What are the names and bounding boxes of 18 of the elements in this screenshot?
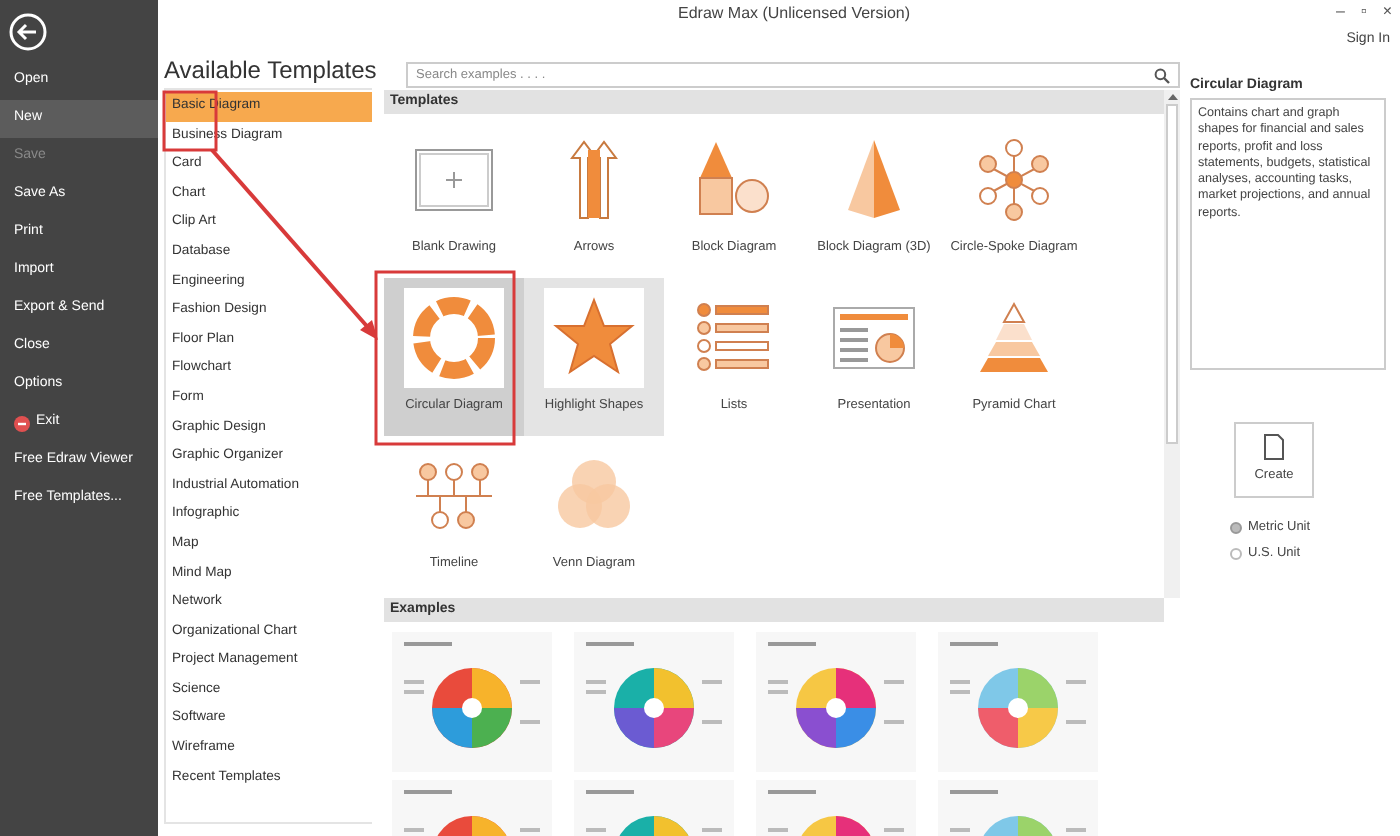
window-title: Edraw Max (Unlicensed Version) bbox=[678, 2, 911, 26]
scrollbar[interactable] bbox=[1164, 90, 1180, 598]
page-heading: Available Templates bbox=[164, 54, 377, 86]
ring-segments-icon bbox=[410, 294, 498, 382]
document-icon bbox=[1264, 434, 1284, 461]
exit-icon bbox=[14, 415, 30, 431]
close-button[interactable]: × bbox=[1382, 0, 1392, 24]
search-icon[interactable] bbox=[1154, 67, 1170, 83]
radio-button[interactable] bbox=[1230, 547, 1242, 560]
back-icon[interactable] bbox=[8, 11, 48, 51]
restore-button[interactable]: ▫ bbox=[1360, 0, 1367, 24]
minimize-button[interactable]: – bbox=[1336, 0, 1345, 24]
example-thumbnail[interactable] bbox=[574, 632, 734, 772]
example-thumbnail[interactable] bbox=[392, 632, 552, 772]
radio-button[interactable] bbox=[1230, 521, 1242, 534]
scroll-up-icon[interactable] bbox=[1167, 94, 1177, 100]
example-thumbnail[interactable] bbox=[756, 632, 916, 772]
example-thumbnail[interactable] bbox=[938, 632, 1098, 772]
